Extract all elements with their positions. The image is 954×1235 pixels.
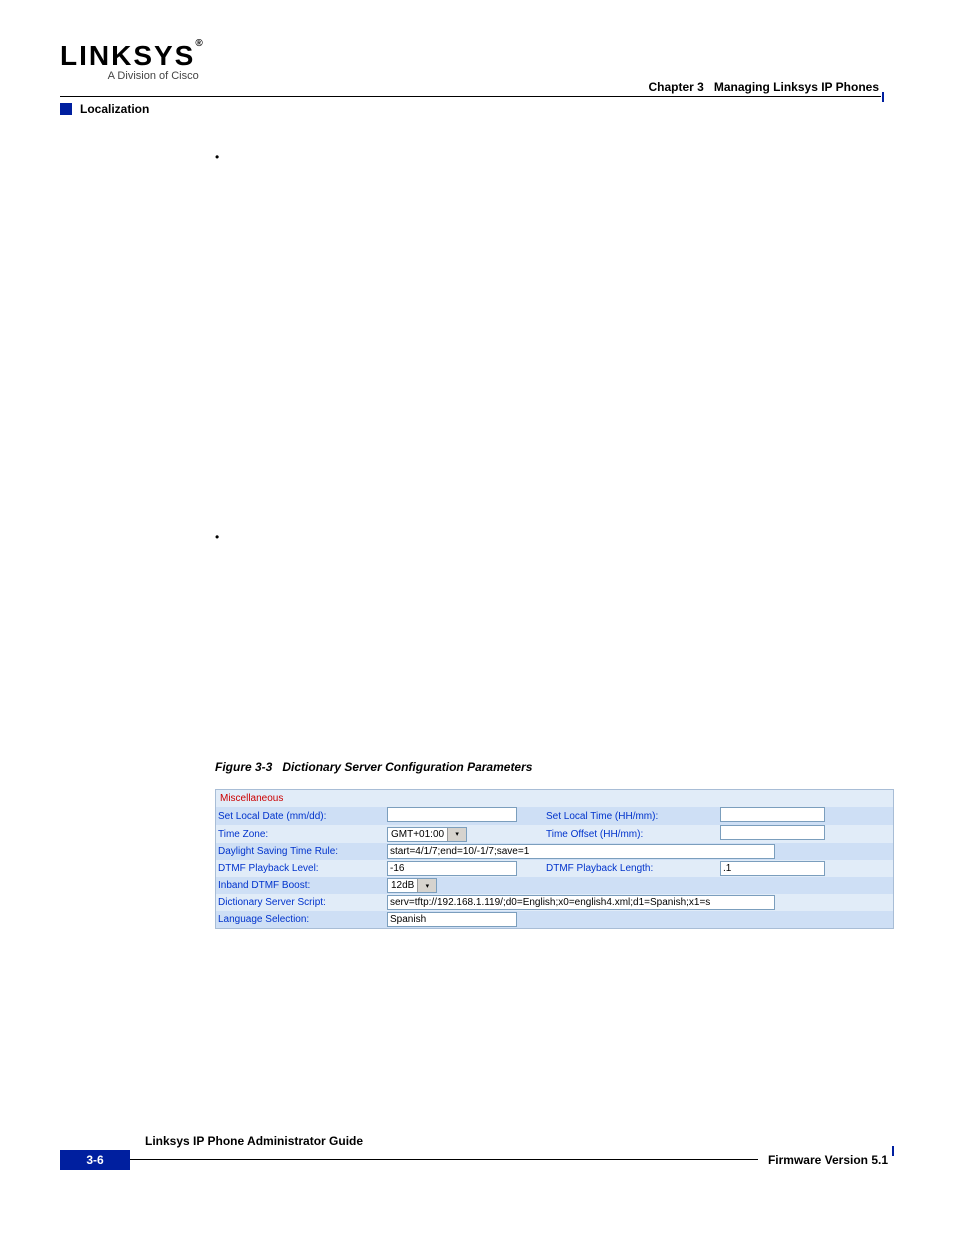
logo-registered: ®	[195, 38, 204, 49]
field-label: Inband DTMF Boost:	[216, 878, 385, 893]
page-footer: Linksys IP Phone Administrator Guide 3-6…	[60, 1134, 894, 1170]
field-label: DTMF Playback Length:	[544, 861, 718, 876]
dtmf-length-input[interactable]: .1	[720, 861, 825, 876]
select-value: 12dB	[388, 880, 417, 891]
firmware-version: Firmware Version 5.1	[758, 1153, 888, 1167]
guide-title: Linksys IP Phone Administrator Guide	[60, 1134, 894, 1148]
field-label: Time Zone:	[216, 827, 385, 842]
form-row: DTMF Playback Level: -16 DTMF Playback L…	[216, 860, 893, 877]
form-section-title: Miscellaneous	[216, 791, 287, 806]
chevron-down-icon: ▾	[447, 828, 466, 841]
field-label: Daylight Saving Time Rule:	[216, 844, 385, 859]
field-label: Set Local Time (HH/mm):	[544, 809, 718, 824]
page-header: LINKSYS® A Division of Cisco Chapter 3 M…	[60, 40, 894, 110]
local-time-input[interactable]	[720, 807, 825, 822]
form-row: Set Local Date (mm/dd): Set Local Time (…	[216, 807, 893, 825]
form-row: Inband DTMF Boost: 12dB▾	[216, 877, 893, 894]
language-input[interactable]: Spanish	[387, 912, 517, 927]
footer-tick	[892, 1146, 894, 1156]
timezone-select[interactable]: GMT+01:00▾	[387, 827, 467, 842]
logo-name: LINKSYS	[60, 40, 195, 71]
dst-rule-input[interactable]: start=4/1/7;end=10/-1/7;save=1	[387, 844, 775, 859]
page-number: 3-6	[60, 1150, 130, 1170]
section-marker-icon	[60, 103, 72, 115]
form-row: Time Zone: GMT+01:00▾ Time Offset (HH/mm…	[216, 825, 893, 843]
section-title: Localization	[80, 102, 149, 116]
section-heading: Localization	[60, 102, 149, 116]
field-label: DTMF Playback Level:	[216, 861, 385, 876]
select-value: GMT+01:00	[388, 829, 447, 840]
field-label: Time Offset (HH/mm):	[544, 827, 718, 842]
page-body: Figure 3-3 Dictionary Server Configurati…	[215, 150, 894, 929]
chapter-number: Chapter 3	[648, 80, 703, 94]
field-label: Dictionary Server Script:	[216, 895, 385, 910]
form-row: Daylight Saving Time Rule: start=4/1/7;e…	[216, 843, 893, 860]
figure-caption: Figure 3-3 Dictionary Server Configurati…	[215, 760, 894, 774]
inband-dtmf-select[interactable]: 12dB▾	[387, 878, 437, 893]
header-tick	[882, 92, 884, 102]
figure-title: Dictionary Server Configuration Paramete…	[282, 760, 532, 774]
form-row: Language Selection: Spanish	[216, 911, 893, 928]
chapter-heading: Chapter 3 Managing Linksys IP Phones	[648, 80, 879, 94]
header-rule	[60, 96, 881, 97]
dictionary-script-input[interactable]: serv=tftp://192.168.1.119/;d0=English;x0…	[387, 895, 775, 910]
form-row: Dictionary Server Script: serv=tftp://19…	[216, 894, 893, 911]
logo-text: LINKSYS®	[60, 40, 205, 72]
chevron-down-icon: ▾	[417, 879, 436, 892]
config-screenshot: Miscellaneous Set Local Date (mm/dd): Se…	[215, 789, 894, 929]
field-label: Set Local Date (mm/dd):	[216, 809, 385, 824]
dtmf-level-input[interactable]: -16	[387, 861, 517, 876]
brand-logo: LINKSYS® A Division of Cisco	[60, 40, 205, 82]
local-date-input[interactable]	[387, 807, 517, 822]
footer-rule	[130, 1159, 758, 1161]
figure-number: Figure 3-3	[215, 760, 272, 774]
field-label: Language Selection:	[216, 912, 385, 927]
chapter-title: Managing Linksys IP Phones	[714, 80, 879, 94]
time-offset-input[interactable]	[720, 825, 825, 840]
